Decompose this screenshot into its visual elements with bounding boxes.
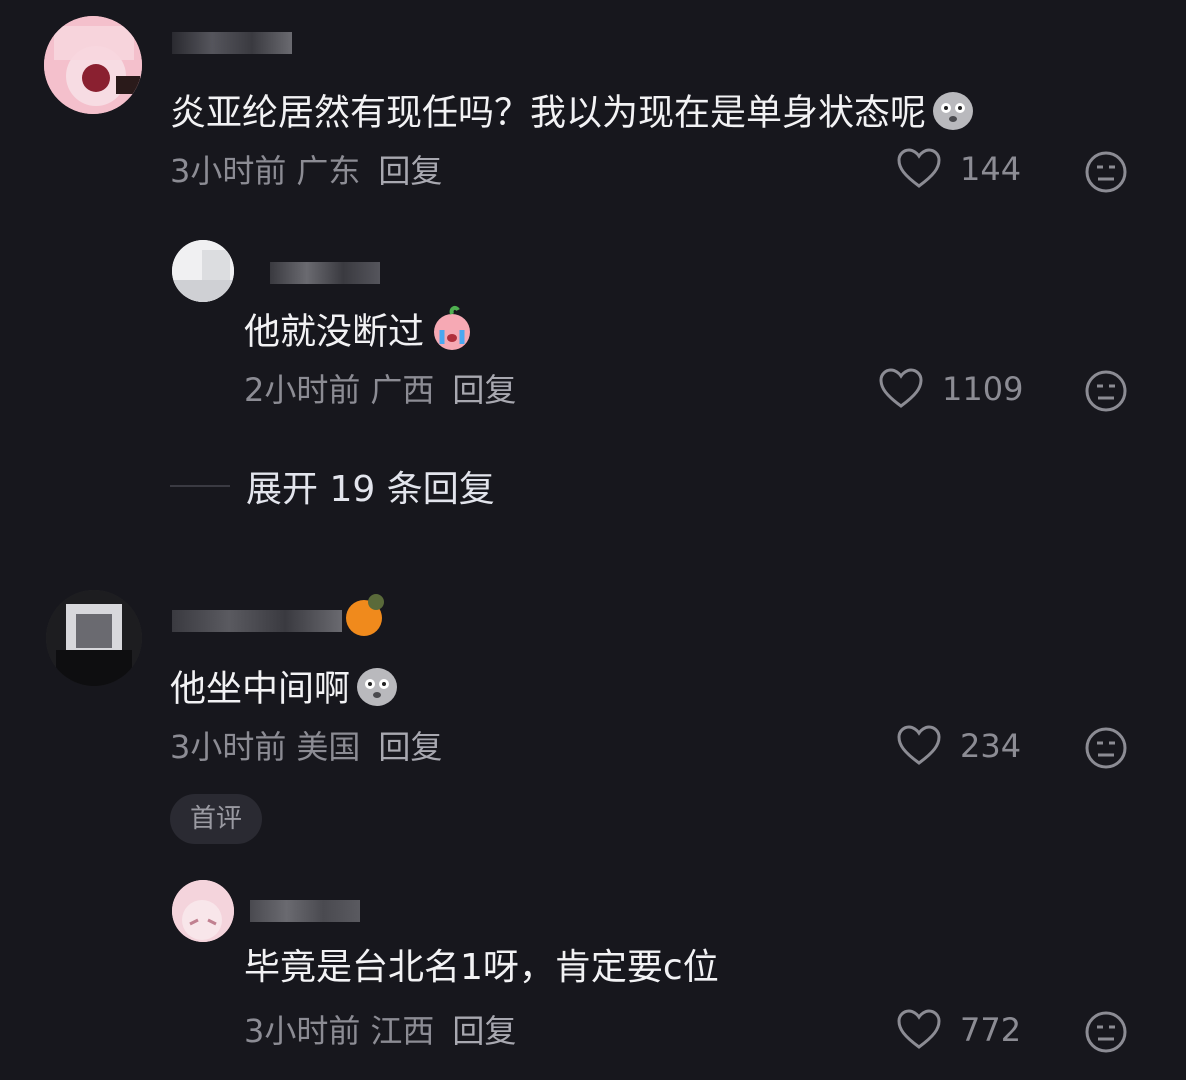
timestamp: 3小时前 <box>244 1012 361 1050</box>
comment-text: 毕竟是台北名1呀，肯定要c位 <box>244 947 719 988</box>
timestamp: 3小时前 <box>170 728 287 766</box>
shocked-pigeon-icon <box>930 86 976 143</box>
dislike-face-icon[interactable] <box>1084 369 1128 413</box>
like-count: 234 <box>960 727 1022 765</box>
heart-icon <box>897 148 941 188</box>
username-blurred[interactable] <box>270 262 380 284</box>
dislike-face-icon[interactable] <box>1084 1010 1128 1054</box>
avatar-image <box>172 880 234 942</box>
comment-meta: 3小时前 江西 回复 <box>244 1011 516 1051</box>
expand-replies-label: 展开 19 条回复 <box>246 469 495 510</box>
dislike-face-icon[interactable] <box>1084 726 1128 770</box>
avatar-image <box>172 240 234 302</box>
dislike-face-icon[interactable] <box>1084 150 1128 194</box>
like-button[interactable]: 1109 <box>878 368 1023 410</box>
avatar[interactable] <box>46 590 142 686</box>
avatar[interactable] <box>172 240 234 302</box>
comment-meta: 2小时前 广西 回复 <box>244 370 516 410</box>
location: 广东 <box>296 152 361 190</box>
like-button[interactable]: 234 <box>896 725 1021 767</box>
like-count: 144 <box>960 150 1022 188</box>
reply-button[interactable]: 回复 <box>452 371 516 409</box>
like-count: 772 <box>960 1011 1022 1049</box>
avatar[interactable] <box>172 880 234 942</box>
location: 江西 <box>370 1012 435 1050</box>
heart-icon <box>897 1009 941 1049</box>
heart-icon <box>879 368 923 408</box>
avatar-image <box>46 590 142 686</box>
orange-badge-icon <box>346 594 384 636</box>
reply-button[interactable]: 回复 <box>378 152 442 190</box>
username-blurred[interactable] <box>172 32 292 54</box>
location: 美国 <box>296 728 361 766</box>
timestamp: 2小时前 <box>244 371 361 409</box>
comment-meta: 3小时前 广东 回复 <box>170 151 442 191</box>
shocked-pigeon-icon <box>354 662 400 719</box>
comment-text: 炎亚纶居然有现任吗？我以为现在是单身状态呢 <box>170 86 976 143</box>
location: 广西 <box>370 371 435 409</box>
like-button[interactable]: 144 <box>896 148 1021 190</box>
like-count: 1109 <box>942 370 1024 408</box>
timestamp: 3小时前 <box>170 152 287 190</box>
avatar-image <box>44 16 142 114</box>
crying-peach-icon <box>428 304 476 363</box>
username-blurred[interactable] <box>172 610 342 632</box>
comment-text: 他坐中间啊 <box>170 662 400 719</box>
comment-text: 他就没断过 <box>244 304 476 363</box>
avatar[interactable] <box>44 16 142 114</box>
username-blurred[interactable] <box>250 900 360 922</box>
expand-replies-button[interactable]: 展开 19 条回复 <box>170 460 495 512</box>
reply-button[interactable]: 回复 <box>378 728 442 766</box>
reply-button[interactable]: 回复 <box>452 1012 516 1050</box>
like-button[interactable]: 772 <box>896 1009 1021 1051</box>
heart-icon <box>897 725 941 765</box>
divider <box>170 485 230 487</box>
first-comment-badge: 首评 <box>170 794 263 844</box>
comment-meta: 3小时前 美国 回复 <box>170 727 442 767</box>
